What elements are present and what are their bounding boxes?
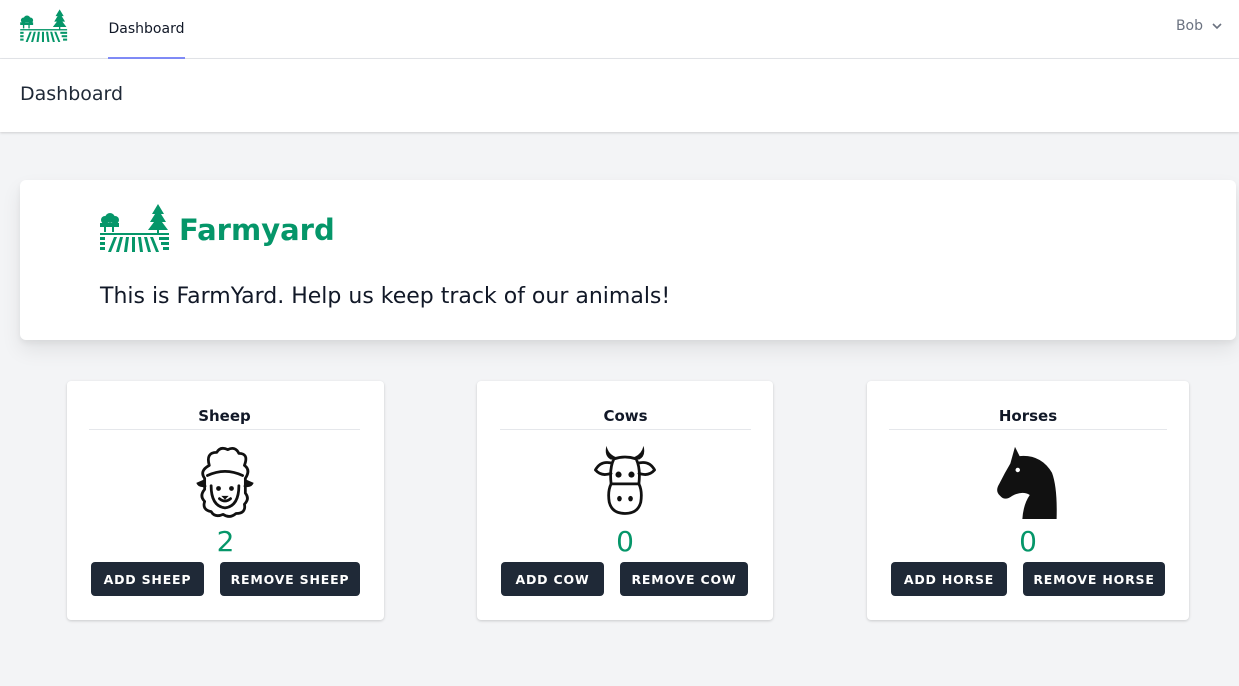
welcome-message: This is FarmYard. Help us keep track of …: [100, 284, 671, 309]
add-horse-button[interactable]: ADD HORSE: [891, 562, 1007, 596]
tab-dashboard-label: Dashboard: [108, 20, 185, 37]
remove-cow-button[interactable]: REMOVE COW: [620, 562, 748, 596]
remove-horse-button[interactable]: REMOVE HORSE: [1023, 562, 1165, 596]
brand-name: Farmyard: [179, 213, 335, 247]
add-sheep-button[interactable]: ADD SHEEP: [91, 562, 204, 596]
cows-card-title: Cows: [500, 407, 751, 430]
sheep-icon: [196, 446, 254, 518]
cows-count: 0: [616, 525, 634, 558]
horses-card-title: Horses: [889, 407, 1167, 430]
farm-logo-icon[interactable]: [20, 8, 68, 42]
remove-sheep-button[interactable]: REMOVE SHEEP: [220, 562, 360, 596]
sheep-card: Sheep 2 ADD SHEEP REMOVE SHEEP: [67, 381, 384, 620]
chevron-down-icon: [1212, 23, 1222, 30]
user-name: Bob: [1175, 18, 1203, 34]
sheep-count: 2: [216, 525, 235, 558]
user-menu[interactable]: Bob: [1176, 0, 1223, 52]
page-header: Dashboard: [0, 59, 1239, 132]
cows-card: Cows 0 ADD COW REMOVE COW: [477, 381, 773, 620]
tab-dashboard[interactable]: Dashboard: [108, 0, 185, 59]
farm-field-logo-icon: [100, 204, 169, 252]
cow-icon: [594, 445, 656, 515]
sheep-card-title: Sheep: [89, 407, 360, 430]
welcome-card: Farmyard This is FarmYard. Help us keep …: [20, 180, 1236, 340]
horses-count: 0: [1019, 525, 1037, 558]
add-cow-button[interactable]: ADD COW: [501, 562, 604, 596]
brand: Farmyard: [100, 202, 335, 252]
page-title: Dashboard: [20, 83, 124, 105]
horse-icon: [997, 446, 1057, 519]
top-navigation: Dashboard Bob: [0, 0, 1239, 59]
horses-card: Horses 0 ADD HORSE REMOVE HORSE: [867, 381, 1189, 620]
